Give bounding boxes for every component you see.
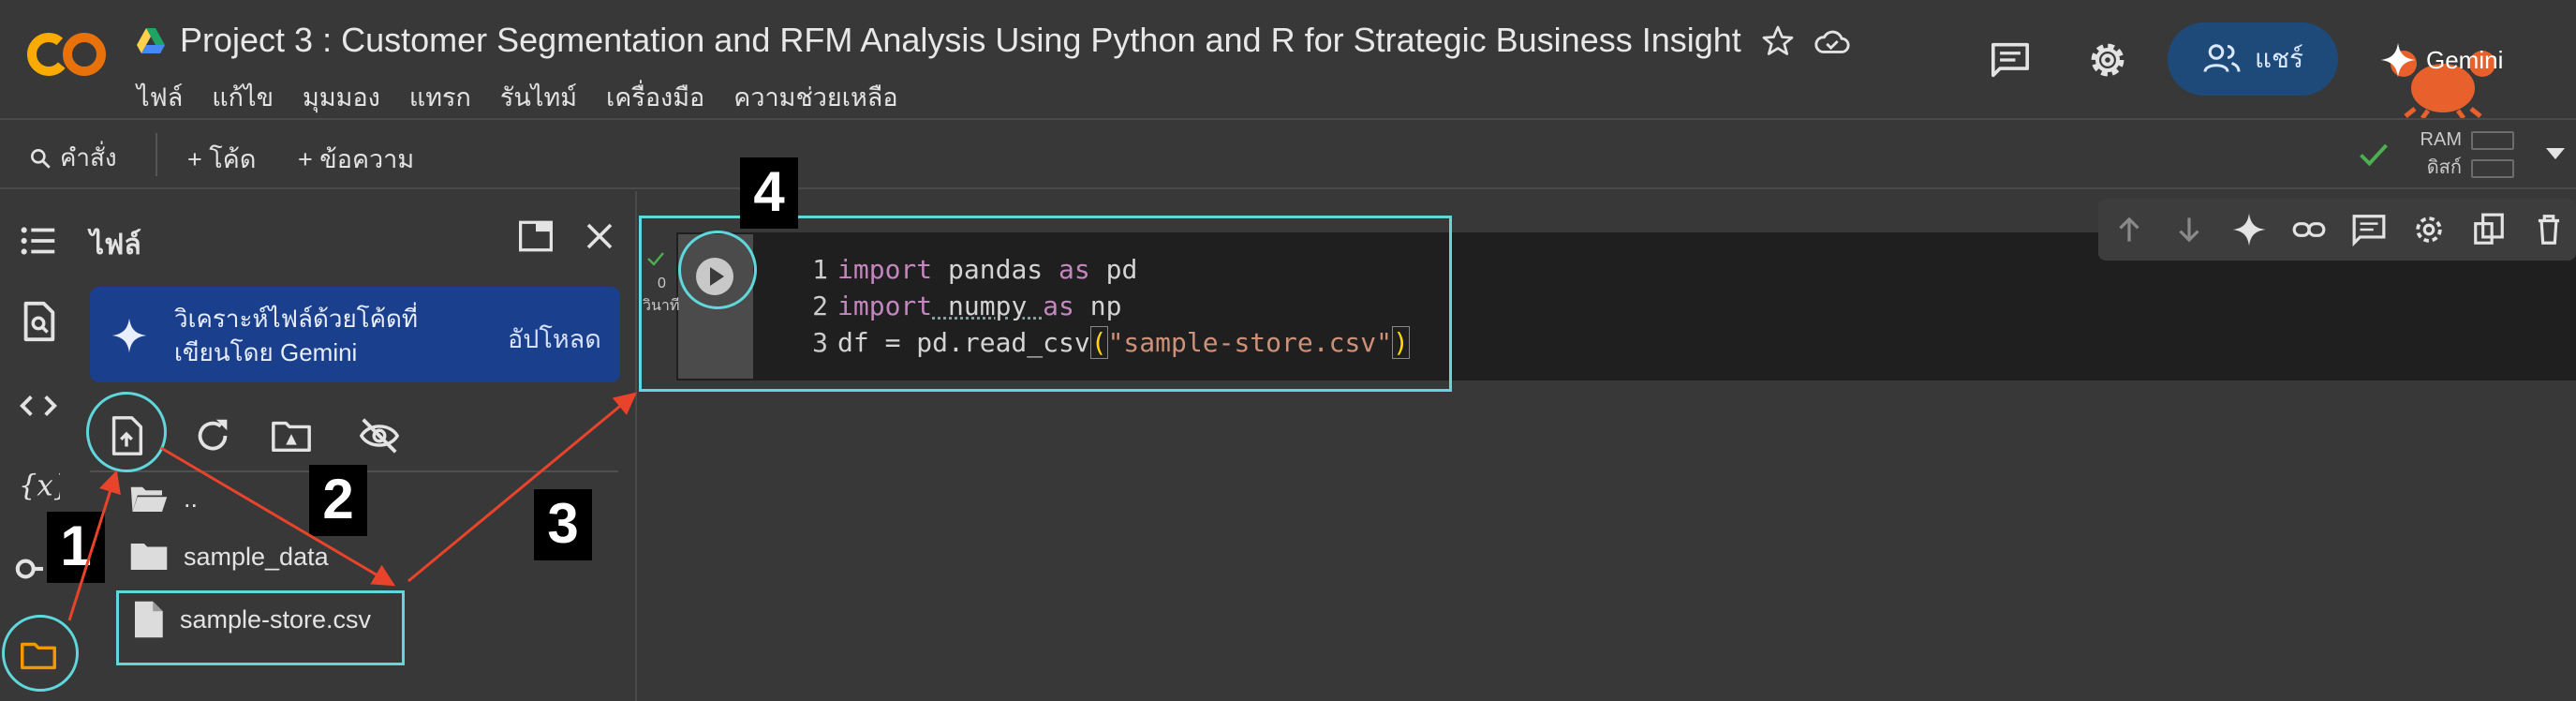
files-panel-title: ไฟล์	[90, 230, 141, 261]
highlight-code-cell	[639, 216, 1452, 392]
file-name: sample_data	[184, 542, 329, 571]
toolbar-divider	[155, 133, 157, 176]
top-bar: Project 3 : Customer Segmentation and RF…	[0, 0, 2576, 120]
menu-tools[interactable]: เครื่องมือ	[606, 77, 704, 117]
find-in-page-icon[interactable]	[17, 300, 60, 343]
gemini-button[interactable]: Gemini	[2379, 34, 2548, 86]
colab-window: Project 3 : Customer Segmentation and RF…	[0, 0, 2576, 701]
folder-icon	[130, 544, 168, 570]
gemini-sparkle-icon[interactable]	[2231, 212, 2267, 247]
menu-help[interactable]: ความช่วยเหลือ	[733, 77, 897, 117]
close-icon[interactable]	[583, 219, 616, 253]
chevron-down-icon[interactable]	[2546, 148, 2565, 159]
add-text-button[interactable]: + ข้อความ	[298, 139, 414, 179]
disk-meter	[2471, 159, 2514, 178]
drive-icon[interactable]	[137, 28, 165, 54]
share-label: แชร์	[2254, 44, 2304, 73]
gemini-sparkle-icon	[111, 318, 147, 353]
notebook-toolbar: คำสั่ง + โค้ด + ข้อความ RAM ดิสก์	[0, 122, 2576, 189]
notebook-title[interactable]: Project 3 : Customer Segmentation and RF…	[180, 21, 1741, 60]
comment-icon[interactable]	[2351, 212, 2387, 247]
gemini-card-text: วิเคราะห์ไฟล์ด้วยโค้ดที่เขียนโดย Gemini	[174, 305, 419, 366]
gemini-analyze-card[interactable]: วิเคราะห์ไฟล์ด้วยโค้ดที่เขียนโดย Gemini …	[90, 287, 620, 382]
menu-bar: ไฟล์ แก้ไข มุมมอง แทรก รันไทม์ เครื่องมื…	[137, 77, 927, 117]
open-in-tab-icon[interactable]	[517, 219, 555, 253]
gemini-label: Gemini	[2426, 45, 2504, 74]
code-snippets-icon[interactable]	[17, 384, 60, 427]
link-icon[interactable]	[2291, 212, 2327, 247]
disk-label: ดิสก์	[2426, 157, 2462, 178]
file-row-sample-data[interactable]: sample_data	[129, 540, 329, 574]
menu-runtime[interactable]: รันไทม์	[500, 77, 577, 117]
ram-label: RAM	[2420, 129, 2462, 150]
gemini-sparkle-icon	[2380, 42, 2416, 78]
comment-icon[interactable]	[1990, 41, 2031, 79]
step-4-badge: 4	[740, 157, 798, 229]
highlight-sample-store	[116, 590, 405, 665]
gear-icon[interactable]	[2411, 212, 2447, 247]
mount-drive-icon[interactable]	[270, 414, 313, 457]
file-row-parent[interactable]: ..	[129, 482, 198, 515]
menu-view[interactable]: มุมมอง	[303, 77, 380, 117]
move-up-icon[interactable]	[2111, 212, 2147, 247]
colab-logo[interactable]	[26, 30, 107, 79]
move-down-icon[interactable]	[2171, 212, 2207, 247]
highlight-rail-files	[2, 615, 79, 692]
toc-icon[interactable]	[17, 219, 60, 262]
step-1-badge: 1	[47, 512, 105, 583]
delete-icon[interactable]	[2531, 212, 2567, 247]
menu-file[interactable]: ไฟล์	[137, 77, 183, 117]
step-2-badge: 2	[309, 465, 367, 536]
menu-insert[interactable]: แทรก	[409, 77, 471, 117]
connected-check-icon	[2360, 143, 2388, 167]
key-icon[interactable]	[15, 547, 43, 590]
highlight-upload-button	[86, 392, 167, 472]
star-icon[interactable]	[1761, 24, 1795, 58]
resource-monitor[interactable]: RAM ดิสก์	[2398, 126, 2462, 182]
search-icon	[31, 148, 51, 169]
svg-text:{x}: {x}	[19, 470, 60, 503]
mirror-cell-icon[interactable]	[2471, 212, 2507, 247]
command-label: คำสั่ง	[60, 143, 117, 172]
cell-toolbar	[2098, 199, 2576, 261]
menu-edit[interactable]: แก้ไข	[212, 77, 274, 117]
hide-files-icon[interactable]	[358, 414, 401, 457]
cloud-saved-icon[interactable]	[1814, 24, 1851, 58]
folder-open-icon	[130, 486, 168, 512]
people-icon	[2203, 44, 2241, 72]
ram-meter	[2471, 131, 2514, 150]
add-code-button[interactable]: + โค้ด	[187, 139, 256, 179]
refresh-icon[interactable]	[191, 414, 234, 457]
share-button[interactable]: แชร์	[2168, 22, 2338, 96]
gear-icon[interactable]	[2085, 37, 2130, 82]
file-name: ..	[184, 484, 199, 513]
step-3-badge: 3	[534, 489, 592, 560]
command-palette-button[interactable]: คำสั่ง	[28, 139, 117, 177]
variables-icon[interactable]: {x}	[17, 463, 60, 506]
upload-link[interactable]: อัปโหลด	[508, 319, 601, 359]
